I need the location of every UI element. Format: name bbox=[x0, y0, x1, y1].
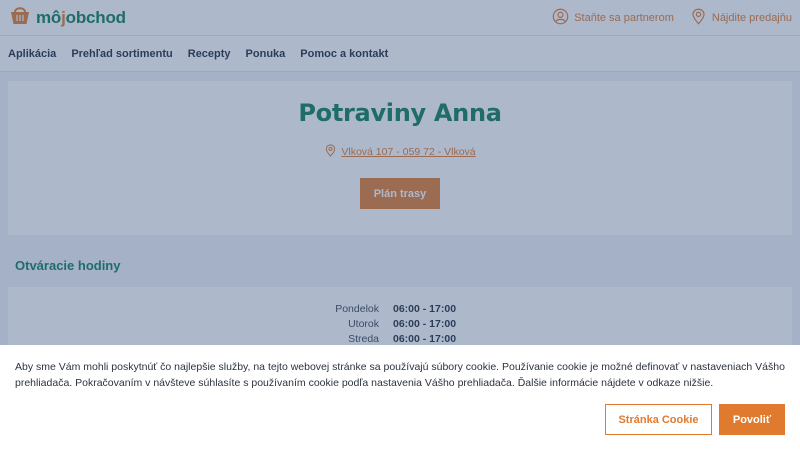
cookie-settings-button[interactable]: Stránka Cookie bbox=[605, 404, 712, 435]
cookie-accept-button[interactable]: Povoliť bbox=[719, 404, 785, 435]
cookie-banner: Aby sme Vám mohli poskytnúť čo najlepšie… bbox=[0, 345, 800, 450]
cookie-text: Aby sme Vám mohli poskytnúť čo najlepšie… bbox=[15, 361, 785, 389]
modal-backdrop bbox=[0, 0, 800, 345]
